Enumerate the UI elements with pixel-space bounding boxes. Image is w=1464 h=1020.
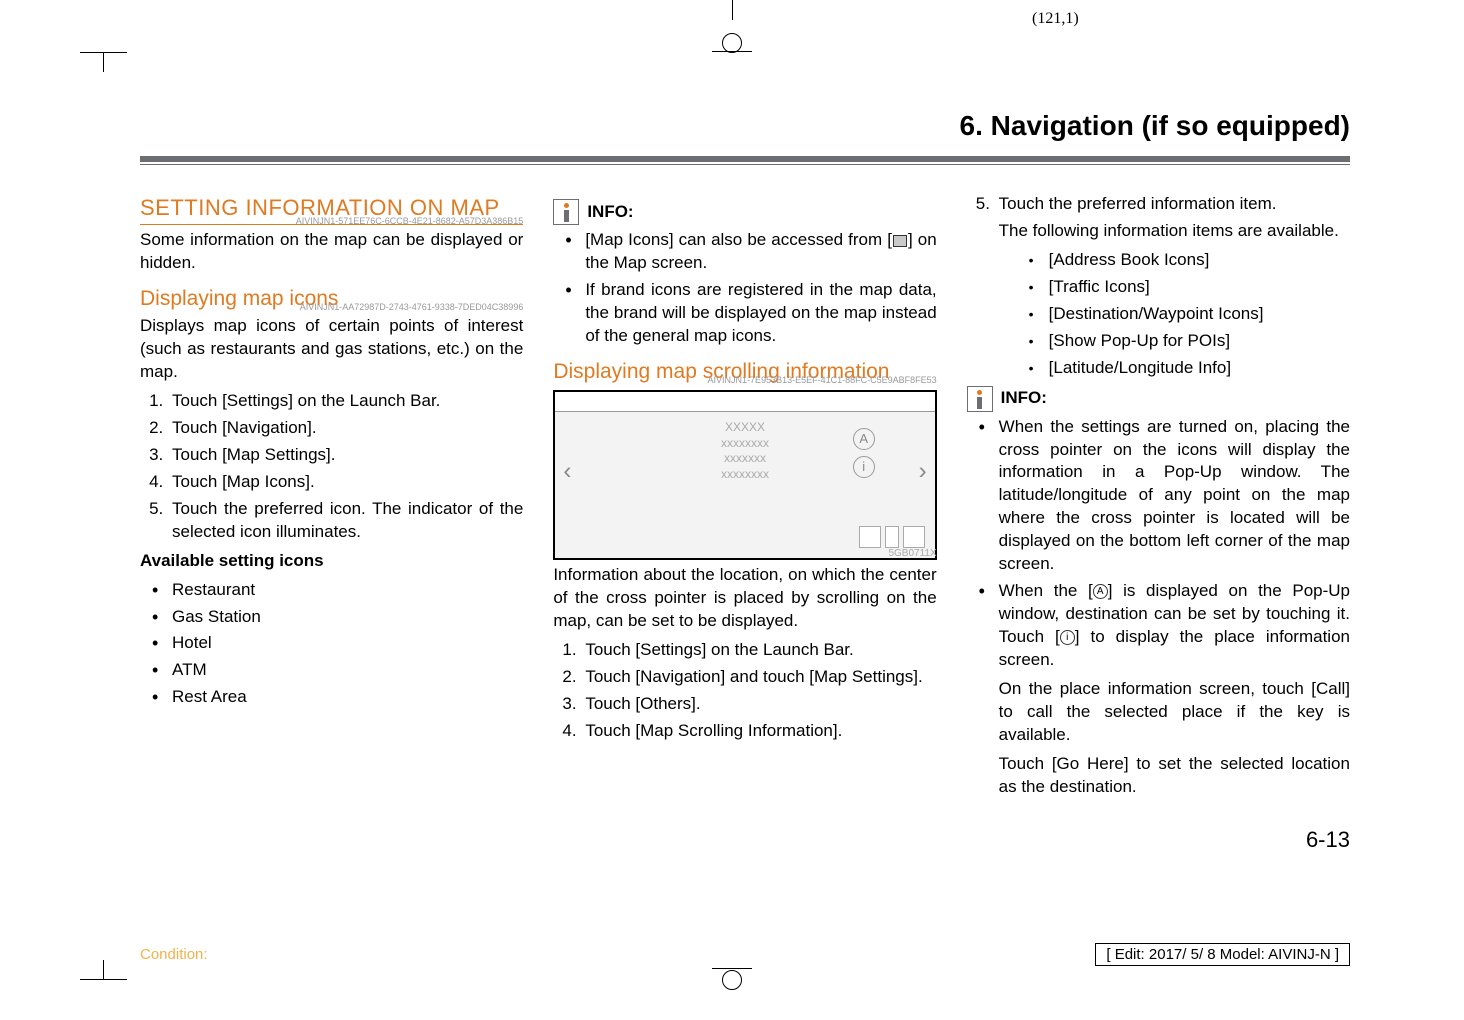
step-item: Touch [Map Settings]. [168, 444, 523, 467]
list-item: [Destination/Waypoint Icons] [1027, 303, 1350, 326]
crop-mark-bottom-icon [712, 968, 752, 1020]
menu-list-icon [893, 235, 907, 247]
step-item: Touch the preferred information item. Th… [995, 193, 1350, 380]
step-item: Touch [Settings] on the Launch Bar. [581, 639, 936, 662]
chevron-left-icon: ‹ [563, 456, 571, 488]
step-lead: Touch the preferred information item. [999, 194, 1277, 213]
list-item: ATM [150, 659, 523, 682]
print-coordinate: (121,1) [1032, 10, 1079, 28]
column-2: INFO: [Map Icons] can also be accessed f… [553, 193, 936, 854]
control-box-icon [903, 526, 925, 548]
control-box-icon [885, 526, 899, 548]
list-item: [Latitude/Longitude Info] [1027, 357, 1350, 380]
marker-i-icon: i [1060, 630, 1075, 645]
crop-corner-bottom-left-icon [103, 960, 127, 980]
list-item: Rest Area [150, 686, 523, 709]
figure-labels: XXXXX xxxxxxxxxxxxxxxxxxxxxxx [721, 420, 769, 482]
info-header: INFO: [967, 386, 1350, 412]
list-item: [Map Icons] can also be accessed from []… [563, 229, 936, 275]
steps-list-continued: Touch the preferred information item. Th… [967, 193, 1350, 380]
list-item: Restaurant [150, 579, 523, 602]
divider-thick [140, 156, 1350, 162]
list-item: [Show Pop-Up for POIs] [1027, 330, 1350, 353]
steps-list: Touch [Settings] on the Launch Bar. Touc… [140, 390, 523, 544]
page-footer: Condition: [ Edit: 2017/ 5/ 8 Model: AIV… [140, 943, 1350, 966]
list-item: When the settings are turned on, placing… [977, 416, 1350, 577]
column-3: Touch the preferred information item. Th… [967, 193, 1350, 854]
page-number: 6-13 [967, 825, 1350, 855]
column-1: SETTING INFORMATION ON MAP AIVINJN1-571E… [140, 193, 523, 854]
paragraph: Some information on the map can be displ… [140, 229, 523, 275]
info-items-list: [Address Book Icons] [Traffic Icons] [De… [999, 249, 1350, 380]
divider-thin [140, 164, 1350, 165]
list-item: If brand icons are registered in the map… [563, 279, 936, 348]
footer-condition: Condition: [140, 946, 208, 963]
figure-controls [859, 526, 925, 548]
marker-i-icon: i [853, 456, 875, 478]
info-bullets: [Map Icons] can also be accessed from []… [553, 229, 936, 348]
text: When the [ [999, 581, 1093, 600]
list-item: When the [A] is displayed on the Pop-Up … [977, 580, 1350, 798]
step-item: Touch [Navigation] and touch [Map Settin… [581, 666, 936, 689]
list-item: Hotel [150, 632, 523, 655]
step-item: Touch [Navigation]. [168, 417, 523, 440]
figure-xxxxx: XXXXX [721, 420, 769, 436]
control-box-icon [859, 526, 881, 548]
step-item: Touch [Map Icons]. [168, 471, 523, 494]
info-label: INFO: [587, 201, 633, 224]
paragraph: Touch [Go Here] to set the selected loca… [999, 753, 1350, 799]
info-icon [553, 199, 579, 225]
paragraph: On the place information screen, touch [… [999, 678, 1350, 747]
step-item: Touch [Settings] on the Launch Bar. [168, 390, 523, 413]
info-bullets: When the settings are turned on, placing… [967, 416, 1350, 799]
figure-toolbar [555, 392, 934, 412]
crop-mark-top-icon [712, 0, 752, 52]
info-header: INFO: [553, 199, 936, 225]
list-item: Gas Station [150, 606, 523, 629]
paragraph: The following information items are avai… [999, 220, 1350, 243]
figure-map-scroll: ‹ › XXXXX xxxxxxxxxxxxxxxxxxxxxxx A i 5G… [553, 390, 936, 560]
step-item: Touch [Others]. [581, 693, 936, 716]
paragraph: Displays map icons of certain points of … [140, 315, 523, 384]
chevron-right-icon: › [919, 456, 927, 488]
icon-list: Restaurant Gas Station Hotel ATM Rest Ar… [140, 579, 523, 710]
chapter-title: 6. Navigation (if so equipped) [140, 110, 1350, 150]
figure-code: 5GB0711X [888, 547, 936, 561]
list-item: [Address Book Icons] [1027, 249, 1350, 272]
crop-corner-top-left-icon [103, 52, 127, 72]
step-item: Touch the preferred icon. The indicator … [168, 498, 523, 544]
crop-edge-icon [80, 979, 103, 980]
step-item: Touch [Map Scrolling Information]. [581, 720, 936, 743]
paragraph: Information about the location, on which… [553, 564, 936, 633]
crop-edge-icon [80, 52, 103, 53]
page-content: 6. Navigation (if so equipped) SETTING I… [140, 110, 1350, 854]
available-icons-header: Available setting icons [140, 550, 523, 573]
list-item: [Traffic Icons] [1027, 276, 1350, 299]
text: [Map Icons] can also be accessed from [ [585, 230, 892, 249]
info-icon [967, 386, 993, 412]
info-label: INFO: [1001, 387, 1047, 410]
content-columns: SETTING INFORMATION ON MAP AIVINJN1-571E… [140, 193, 1350, 854]
steps-list: Touch [Settings] on the Launch Bar. Touc… [553, 639, 936, 743]
marker-a-icon: A [853, 428, 875, 450]
footer-edit-info: [ Edit: 2017/ 5/ 8 Model: AIVINJ-N ] [1095, 943, 1350, 966]
marker-a-icon: A [1093, 584, 1108, 599]
